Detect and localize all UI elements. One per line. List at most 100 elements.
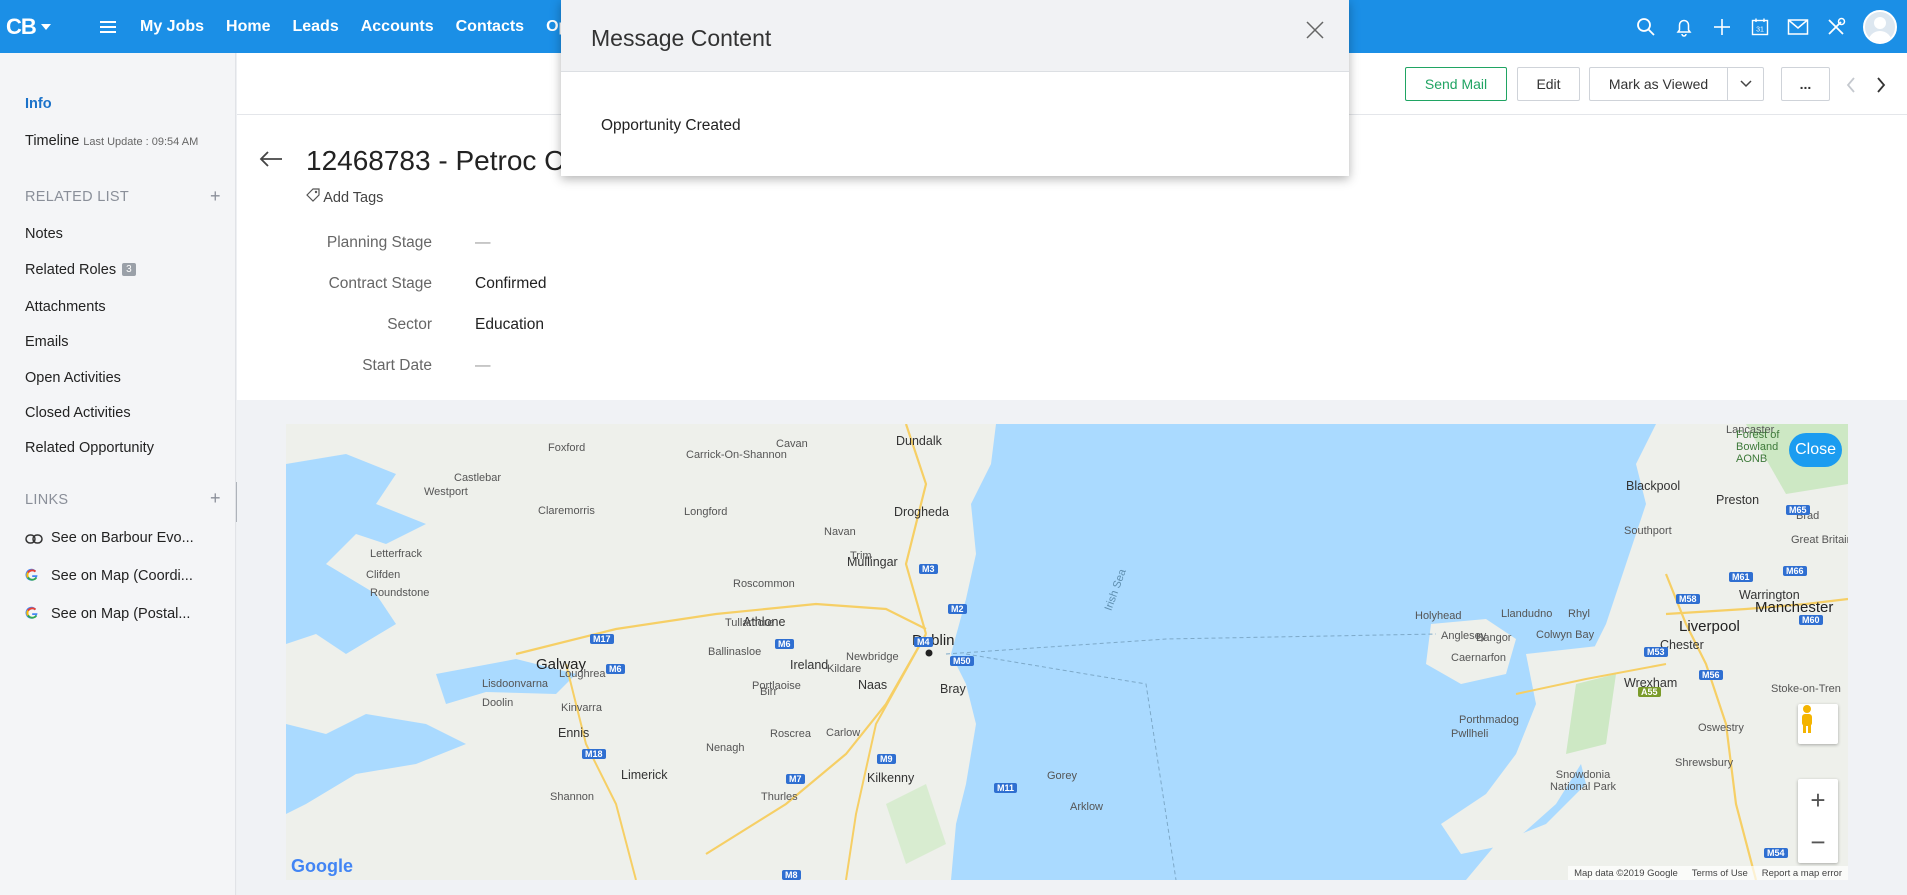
- avatar[interactable]: [1863, 9, 1897, 44]
- previous-record-icon[interactable]: [1846, 77, 1856, 98]
- road-shield: M4: [914, 637, 933, 647]
- map-label: Limerick: [621, 768, 668, 782]
- sidebar-item-emails[interactable]: Emails: [25, 334, 69, 350]
- map-label: Gorey: [1047, 770, 1077, 782]
- calendar-icon[interactable]: 31: [1749, 16, 1771, 38]
- sidebar-item-info[interactable]: Info: [25, 96, 52, 112]
- send-mail-button[interactable]: Send Mail: [1405, 67, 1507, 101]
- map-label: Lisdoonvarna: [482, 678, 549, 690]
- nav-leads[interactable]: Leads: [292, 18, 338, 36]
- report-map-error-link[interactable]: Report a map error: [1762, 868, 1842, 879]
- field-value-contract-stage[interactable]: Confirmed: [475, 275, 547, 293]
- sidebar-link-map-coordinates[interactable]: See on Map (Coordi...: [25, 568, 193, 586]
- mark-viewed-label: Mark as Viewed: [1608, 76, 1709, 92]
- road-shield: M3: [919, 564, 938, 574]
- main-nav: My Jobs Home Leads Accounts Contacts Opp…: [140, 0, 610, 53]
- field-label-sector: Sector: [387, 316, 432, 333]
- map-label: Colwyn Bay: [1536, 629, 1595, 641]
- mark-viewed-button[interactable]: Mark as Viewed: [1589, 67, 1764, 101]
- sidebar-item-related-opportunity[interactable]: Related Opportunity: [25, 440, 154, 456]
- google-icon: [25, 606, 43, 624]
- map-label: Trim: [850, 550, 872, 562]
- sidebar-item-open-activities[interactable]: Open Activities: [25, 370, 121, 386]
- chevron-down-icon[interactable]: [40, 23, 51, 30]
- close-icon[interactable]: [1305, 20, 1325, 40]
- modal-message: Opportunity Created: [601, 117, 741, 134]
- road-shield: M65: [1786, 505, 1810, 515]
- map-label: Birr: [760, 686, 778, 698]
- map-label: Snowdonia National Park: [1549, 769, 1617, 793]
- map-label: Rhyl: [1568, 608, 1591, 620]
- zoom-out-button[interactable]: −: [1798, 821, 1838, 863]
- field-value-sector[interactable]: Education: [475, 316, 544, 334]
- map-land: [286, 424, 1848, 880]
- map-label: Pwllheli: [1451, 728, 1489, 740]
- map-close-button[interactable]: Close: [1789, 433, 1842, 467]
- map[interactable]: Dublin Liverpool Manchester Galway Drogh…: [286, 424, 1848, 880]
- plus-icon[interactable]: [1711, 16, 1733, 38]
- google-icon: [25, 568, 43, 586]
- map-label: Preston: [1716, 493, 1760, 507]
- sidebar-item-timeline[interactable]: Timeline Last Update : 09:54 AM: [25, 133, 198, 149]
- message-content-modal: Message Content Opportunity Created: [561, 0, 1349, 176]
- map-label: Anglesey: [1441, 630, 1487, 642]
- sidebar-item-attachments[interactable]: Attachments: [25, 299, 106, 315]
- nav-accounts[interactable]: Accounts: [361, 18, 434, 36]
- mail-icon[interactable]: [1787, 16, 1809, 38]
- road-shield: M18: [582, 749, 606, 759]
- sidebar-link-map-postal[interactable]: See on Map (Postal...: [25, 606, 190, 624]
- sidebar-link-barbour[interactable]: See on Barbour Evo...: [25, 530, 194, 548]
- sidebar-item-closed-activities[interactable]: Closed Activities: [25, 405, 131, 421]
- back-arrow-icon[interactable]: [259, 151, 283, 172]
- terms-of-use-link[interactable]: Terms of Use: [1692, 868, 1748, 879]
- field-value-planning-stage[interactable]: —: [475, 234, 491, 252]
- more-options-button[interactable]: ...: [1781, 67, 1830, 101]
- sidebar-item-notes[interactable]: Notes: [25, 226, 63, 242]
- add-link-icon[interactable]: +: [210, 489, 221, 507]
- map-label: Roscommon: [733, 578, 795, 590]
- add-tags-link[interactable]: Add Tags: [306, 188, 383, 206]
- add-related-icon[interactable]: +: [210, 187, 221, 205]
- hamburger-menu-icon[interactable]: [100, 20, 116, 33]
- map-label: Kilkenny: [867, 771, 915, 785]
- map-label: Dundalk: [896, 434, 942, 448]
- tools-icon[interactable]: [1825, 16, 1847, 38]
- google-logo: Google: [291, 856, 353, 877]
- map-label: Roundstone: [370, 587, 430, 599]
- google-logo-text: Google: [291, 856, 353, 876]
- next-record-icon[interactable]: [1876, 77, 1886, 98]
- sidebar-item-label: Related Roles: [25, 262, 117, 278]
- map-label: Ballinasloe: [708, 646, 762, 658]
- edit-button[interactable]: Edit: [1517, 67, 1580, 101]
- map-label: Oswestry: [1698, 722, 1744, 734]
- sidebar-link-label: See on Barbour Evo...: [51, 530, 194, 546]
- chevron-down-icon[interactable]: [1727, 68, 1763, 100]
- nav-home[interactable]: Home: [226, 18, 270, 36]
- field-label-start-date: Start Date: [362, 357, 432, 374]
- search-icon[interactable]: [1635, 16, 1657, 38]
- map-label: Thurles: [761, 791, 798, 803]
- app-logo[interactable]: CB: [0, 0, 90, 53]
- zoom-controls: + −: [1798, 779, 1838, 863]
- map-label: Porthmadog: [1459, 714, 1519, 726]
- field-value-start-date[interactable]: —: [475, 357, 491, 375]
- bell-icon[interactable]: [1673, 16, 1695, 38]
- map-label: Ireland: [790, 658, 829, 672]
- map-label: Westport: [424, 486, 468, 498]
- sidebar-item-label: Timeline: [25, 133, 80, 149]
- zoom-in-button[interactable]: +: [1798, 779, 1838, 821]
- add-tags-label: Add Tags: [323, 190, 384, 206]
- map-label: Forest of Bowland AONB: [1736, 429, 1780, 465]
- road-shield: M6: [775, 639, 794, 649]
- link-icon: [25, 532, 43, 548]
- map-label: Drogheda: [894, 505, 949, 519]
- map-label: Castlebar: [454, 472, 502, 484]
- nav-contacts[interactable]: Contacts: [456, 18, 524, 36]
- street-view-pegman-icon[interactable]: [1798, 704, 1838, 744]
- map-section: Dublin Liverpool Manchester Galway Drogh…: [237, 400, 1907, 895]
- road-shield: M54: [1764, 848, 1788, 858]
- nav-my-jobs[interactable]: My Jobs: [140, 18, 204, 36]
- sidebar-item-related-roles[interactable]: Related Roles 3: [25, 262, 136, 278]
- field-label-contract-stage: Contract Stage: [328, 275, 432, 292]
- map-label: Letterfrack: [370, 548, 422, 560]
